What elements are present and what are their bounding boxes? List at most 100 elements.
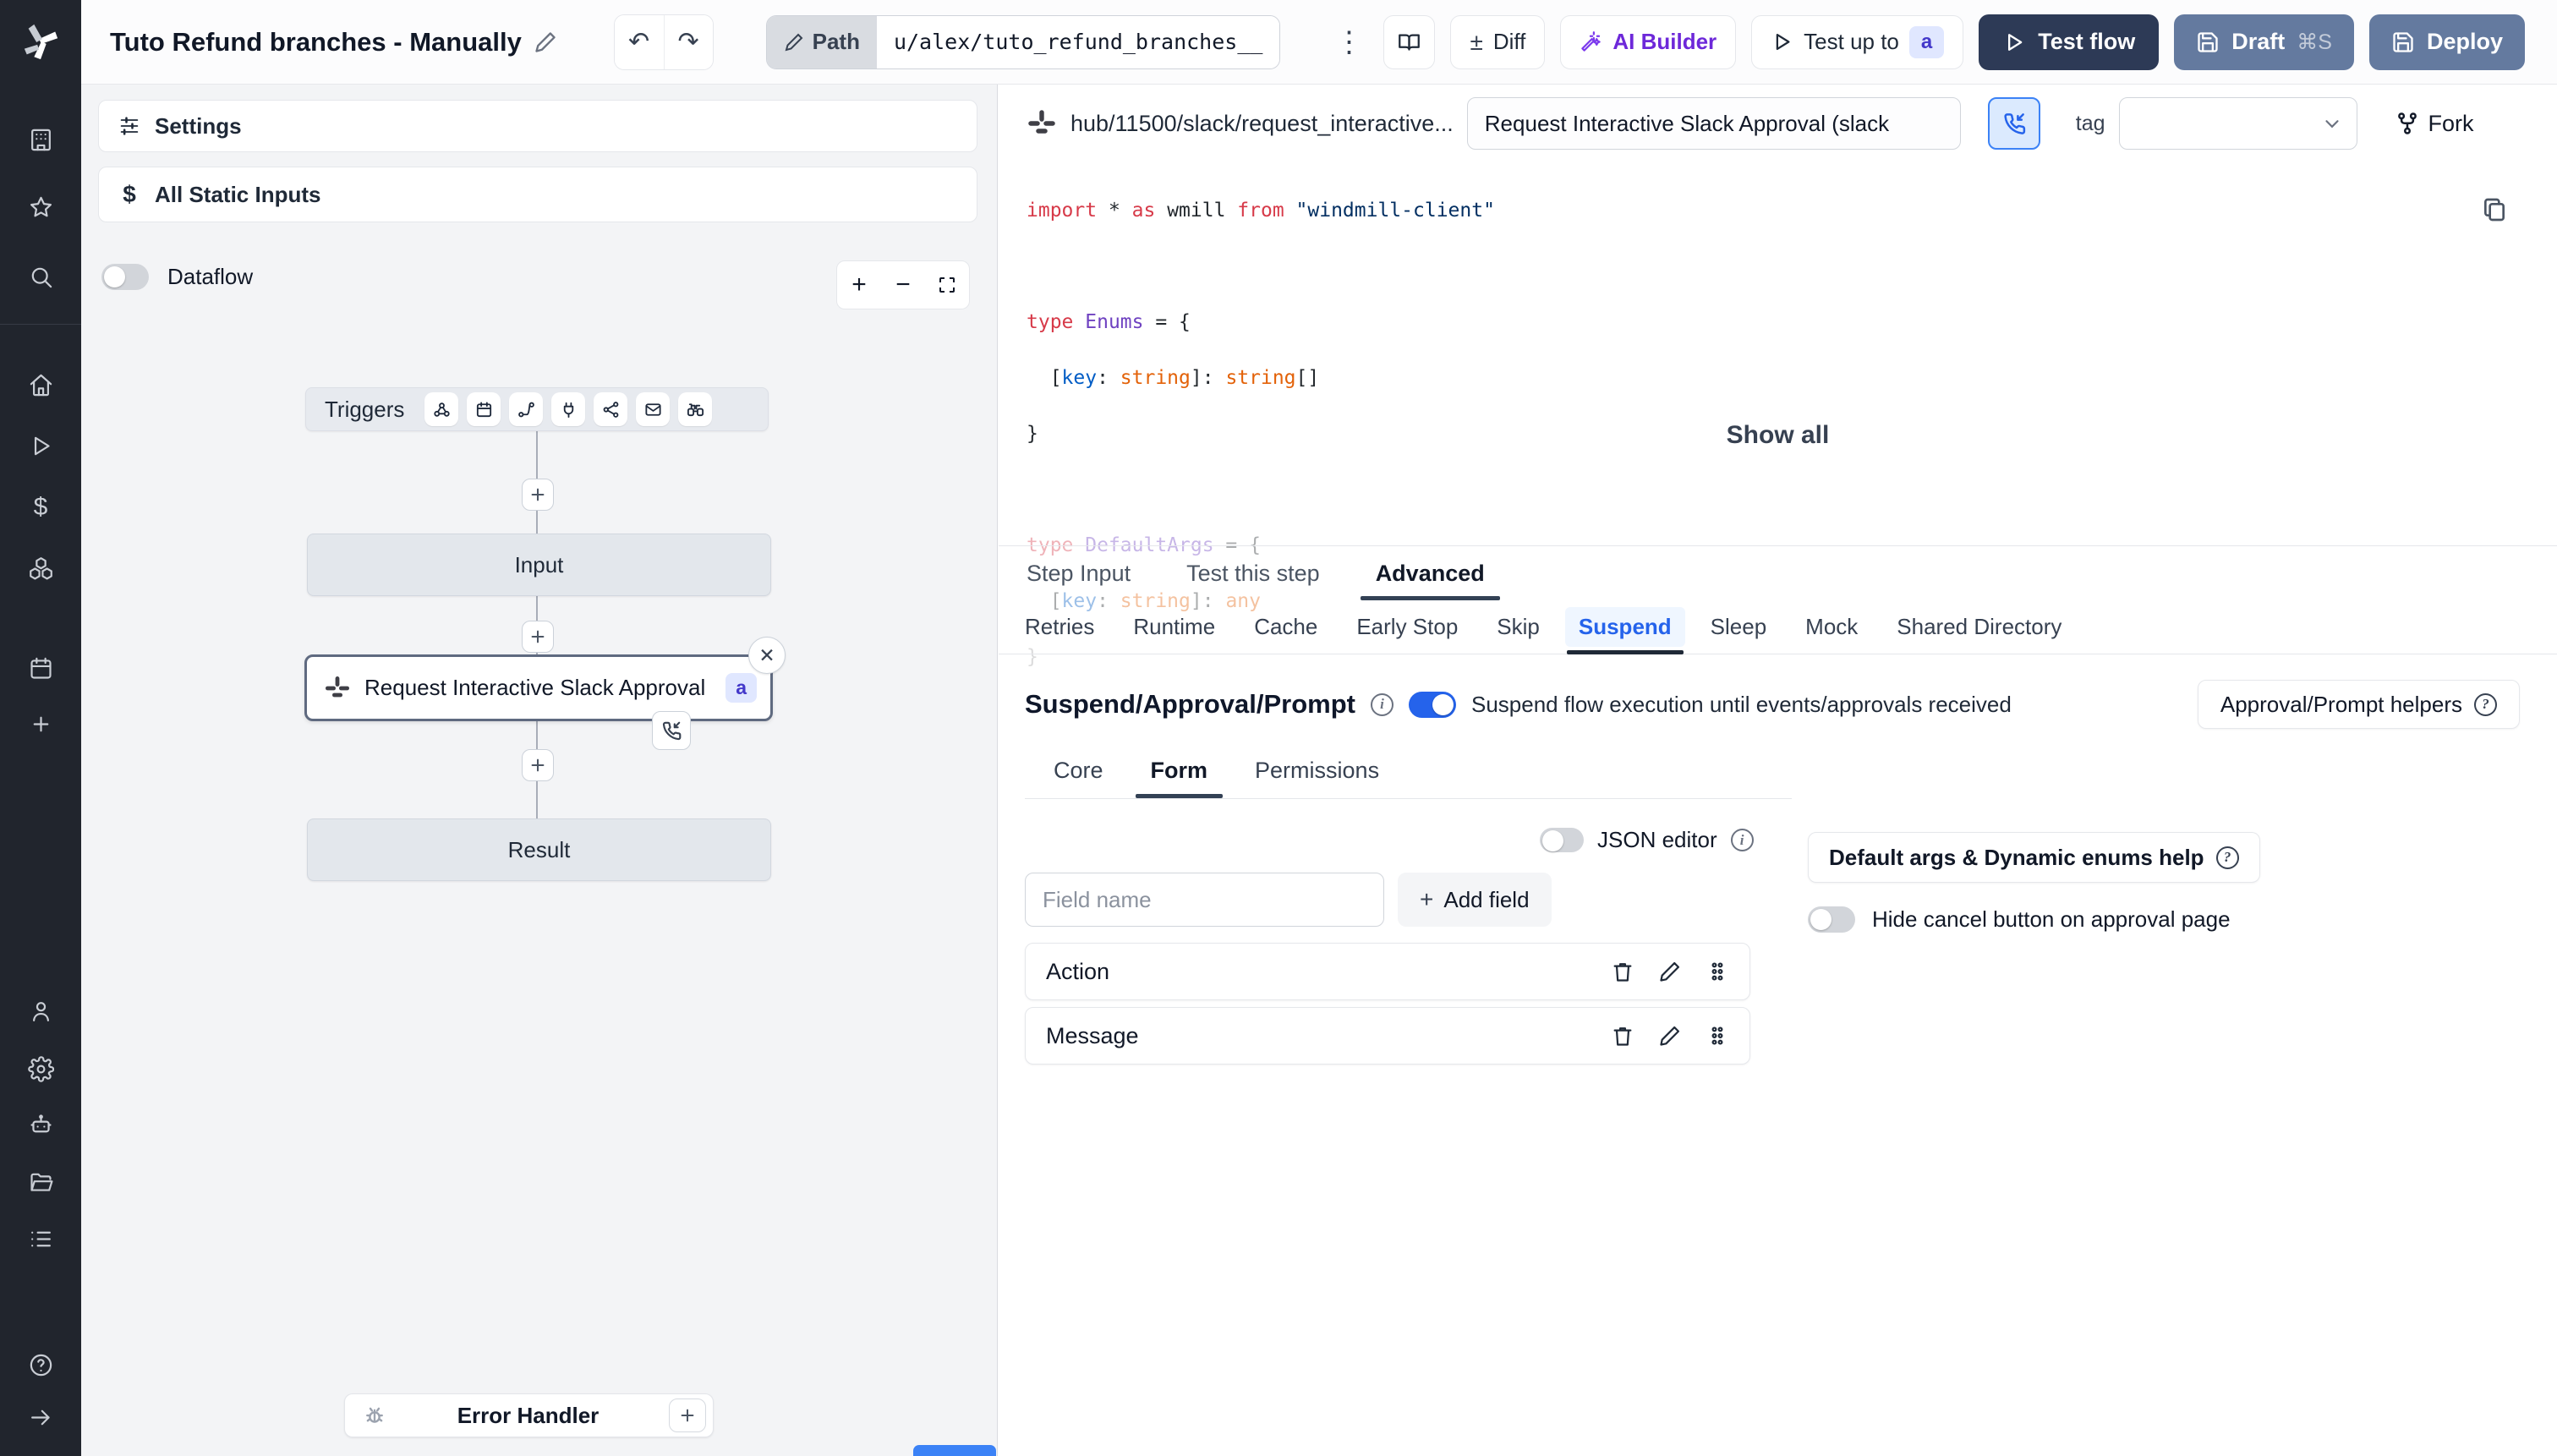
- robot-icon: [30, 1114, 52, 1132]
- webhook-trigger-button[interactable]: [424, 392, 459, 426]
- subtab-retries[interactable]: Retries: [1025, 600, 1094, 654]
- sidebar-item-folders[interactable]: [0, 1158, 81, 1206]
- sidebar-item-favorites[interactable]: [0, 183, 81, 231]
- sidebar-item-workspace[interactable]: [0, 116, 81, 163]
- subtab-suspend[interactable]: Suspend: [1564, 600, 1685, 654]
- json-editor-toggle[interactable]: [1540, 828, 1584, 852]
- path-group[interactable]: Path u/alex/tuto_refund_branches__: [765, 14, 1281, 69]
- field-name-input[interactable]: [1025, 873, 1384, 927]
- tab-core[interactable]: Core: [1054, 742, 1103, 798]
- delete-field-button[interactable]: [1611, 1024, 1634, 1048]
- edit-field-button[interactable]: [1658, 1024, 1682, 1048]
- edit-field-button[interactable]: [1658, 960, 1682, 983]
- result-node[interactable]: Result: [307, 818, 771, 881]
- subtab-sleep[interactable]: Sleep: [1711, 600, 1767, 654]
- add-step-button-bottom[interactable]: [522, 749, 554, 781]
- deploy-button[interactable]: Deploy: [2368, 14, 2525, 70]
- hub-script-path[interactable]: hub/11500/slack/request_interactive...: [1070, 111, 1454, 137]
- gear-icon: [27, 1055, 54, 1082]
- suspend-enable-toggle[interactable]: [1408, 691, 1456, 718]
- add-step-button-middle[interactable]: [522, 621, 554, 653]
- suspend-description: Suspend flow execution until events/appr…: [1470, 691, 2012, 717]
- add-step-button-top[interactable]: [522, 479, 554, 511]
- sidebar-item-schedules[interactable]: [0, 644, 81, 692]
- sidebar-item-variables[interactable]: $: [0, 484, 81, 531]
- input-node[interactable]: Input: [307, 534, 771, 596]
- add-field-button[interactable]: + Add field: [1398, 873, 1552, 927]
- fit-view-button[interactable]: [925, 261, 969, 309]
- fork-button[interactable]: Fork: [2395, 111, 2474, 137]
- default-args-help-button[interactable]: Default args & Dynamic enums help ?: [1808, 832, 2260, 883]
- ai-builder-button[interactable]: AI Builder: [1560, 14, 1737, 69]
- form-field-row-message[interactable]: Message: [1025, 1007, 1750, 1065]
- more-menu-button[interactable]: ⋮: [1329, 25, 1368, 59]
- dataflow-toggle[interactable]: [101, 264, 149, 290]
- test-up-to-button[interactable]: Test up to a: [1751, 14, 1964, 69]
- subtab-runtime[interactable]: Runtime: [1133, 600, 1215, 654]
- info-icon[interactable]: i: [1730, 829, 1754, 851]
- show-all-button[interactable]: Show all: [999, 421, 2557, 450]
- subtab-cache[interactable]: Cache: [1254, 600, 1317, 654]
- schedule-trigger-button[interactable]: [467, 392, 501, 426]
- delete-step-button[interactable]: ✕: [748, 637, 786, 674]
- sidebar-item-add[interactable]: [0, 700, 81, 747]
- subtab-early-stop[interactable]: Early Stop: [1356, 600, 1458, 654]
- diff-button[interactable]: ± Diff: [1450, 14, 1546, 69]
- sidebar-item-home[interactable]: [0, 361, 81, 408]
- drag-handle[interactable]: [1706, 960, 1729, 983]
- http-route-trigger-button[interactable]: [509, 392, 544, 426]
- step-label: Request Interactive Slack Approval (...: [364, 675, 713, 700]
- hide-cancel-toggle[interactable]: [1808, 906, 1855, 933]
- subtab-mock[interactable]: Mock: [1805, 600, 1858, 654]
- pencil-icon: [1660, 1026, 1680, 1046]
- kafka-trigger-button[interactable]: [594, 392, 628, 426]
- draft-button[interactable]: Draft ⌘S: [2174, 14, 2354, 70]
- sidebar-item-help[interactable]: [0, 1341, 81, 1388]
- websocket-trigger-button[interactable]: [551, 392, 586, 426]
- tab-test-this-step[interactable]: Test this step: [1185, 546, 1322, 600]
- tab-advanced[interactable]: Advanced: [1360, 546, 1500, 600]
- subtab-skip[interactable]: Skip: [1497, 600, 1540, 654]
- sidebar-item-workers[interactable]: [0, 1101, 81, 1148]
- sidebar-item-logs[interactable]: [0, 1215, 81, 1262]
- zoom-out-button[interactable]: −: [881, 261, 925, 309]
- edit-pencil-icon[interactable]: [534, 30, 557, 54]
- tab-permissions[interactable]: Permissions: [1255, 742, 1379, 798]
- triggers-node[interactable]: Triggers: [305, 387, 769, 431]
- tag-select[interactable]: [2118, 97, 2357, 150]
- step-name-input[interactable]: [1466, 97, 1961, 150]
- sidebar-item-users[interactable]: [0, 988, 81, 1035]
- windmill-logo[interactable]: [0, 15, 81, 69]
- drag-handle[interactable]: [1706, 1024, 1729, 1048]
- suspend-toggle-button[interactable]: [1987, 97, 2040, 150]
- redo-button[interactable]: ↷: [663, 14, 713, 69]
- approval-prompt-helpers-button[interactable]: Approval/Prompt helpers ?: [2197, 680, 2520, 729]
- all-static-inputs-button[interactable]: $ All Static Inputs: [98, 167, 977, 222]
- flow-title: Tuto Refund branches - Manually: [110, 27, 557, 57]
- docs-button[interactable]: [1383, 14, 1436, 69]
- sidebar-item-settings[interactable]: [0, 1045, 81, 1092]
- share-nodes-icon: [603, 401, 619, 418]
- sidebar-item-runs[interactable]: [0, 422, 81, 469]
- subtab-shared-directory[interactable]: Shared Directory: [1897, 600, 2061, 654]
- undo-button[interactable]: ↶: [614, 14, 664, 69]
- poll-trigger-button[interactable]: [678, 392, 713, 426]
- path-value[interactable]: u/alex/tuto_refund_branches__: [876, 15, 1280, 68]
- test-flow-button[interactable]: Test flow: [1979, 14, 2160, 70]
- add-error-handler-button[interactable]: [669, 1399, 706, 1432]
- info-icon[interactable]: i: [1370, 692, 1393, 716]
- form-field-row-action[interactable]: Action: [1025, 943, 1750, 1000]
- delete-field-button[interactable]: [1611, 960, 1634, 983]
- tab-form[interactable]: Form: [1135, 742, 1223, 798]
- zoom-in-button[interactable]: +: [837, 261, 881, 309]
- sidebar-item-resources[interactable]: [0, 545, 81, 592]
- sidebar-item-search[interactable]: [0, 253, 81, 300]
- slack-approval-step-node[interactable]: Request Interactive Slack Approval (... …: [304, 637, 786, 750]
- email-trigger-button[interactable]: [636, 392, 671, 426]
- flow-settings-button[interactable]: Settings: [98, 100, 977, 152]
- error-handler-node[interactable]: Error Handler: [344, 1393, 714, 1437]
- sidebar-item-expand[interactable]: [0, 1393, 81, 1441]
- tab-step-input[interactable]: Step Input: [1025, 546, 1132, 600]
- graph-scrollbar-thumb[interactable]: [913, 1445, 996, 1456]
- copy-code-button[interactable]: [2481, 196, 2508, 226]
